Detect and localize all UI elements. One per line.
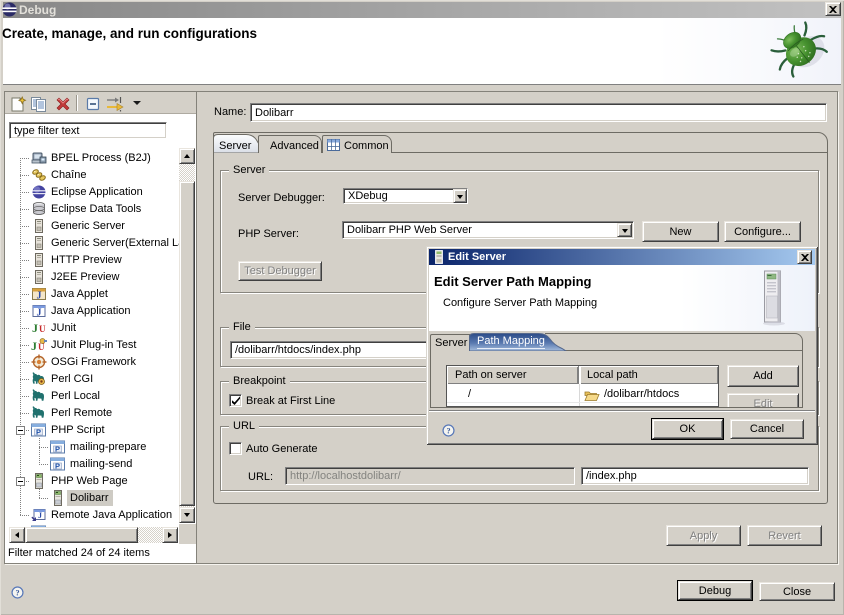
svg-text:P: P	[55, 462, 60, 471]
svg-text:U: U	[39, 324, 46, 334]
svg-text:?: ?	[446, 427, 450, 436]
svg-text:J: J	[37, 308, 42, 319]
svg-text:?: ?	[15, 589, 19, 598]
svg-text:J: J	[38, 511, 42, 520]
svg-text:J: J	[31, 339, 37, 353]
svg-text:P: P	[36, 428, 41, 437]
svg-text:J: J	[37, 291, 42, 302]
svg-text:J: J	[32, 321, 38, 335]
svg-text:P: P	[55, 445, 60, 454]
